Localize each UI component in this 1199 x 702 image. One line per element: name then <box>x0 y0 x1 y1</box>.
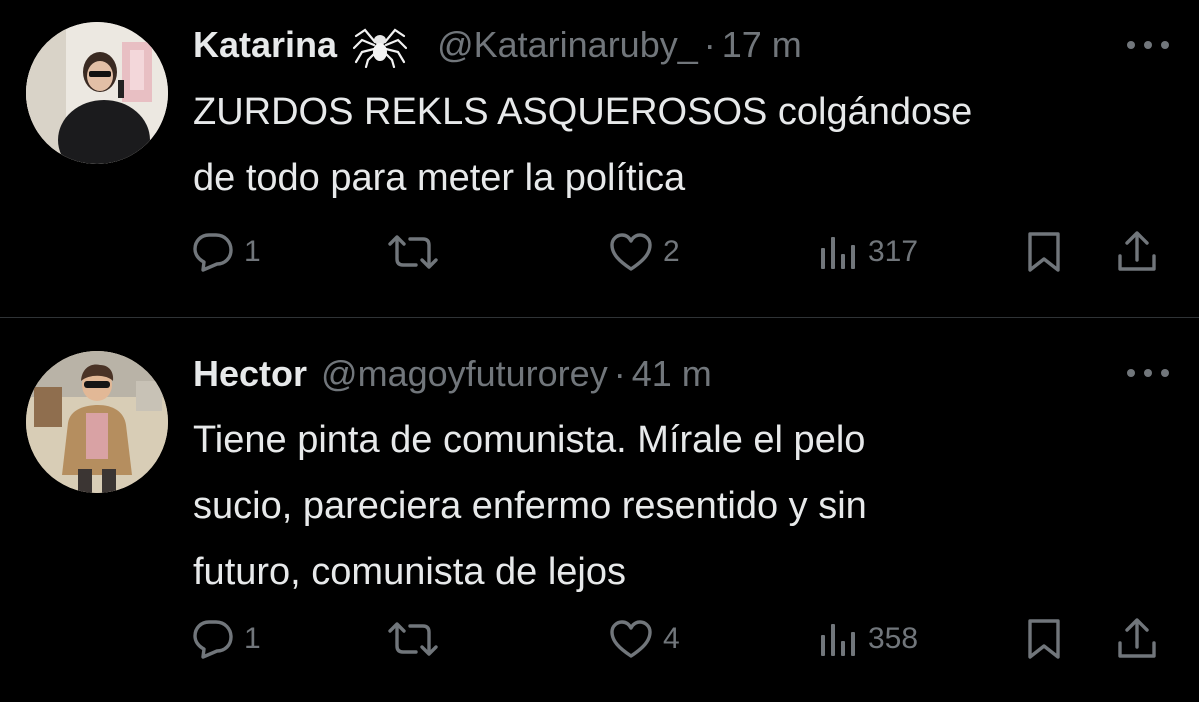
more-dots-icon[interactable] <box>1127 38 1169 52</box>
reply-button[interactable]: 1 <box>192 614 261 664</box>
retweet-button[interactable] <box>386 614 450 664</box>
retweet-icon <box>388 622 438 656</box>
tweet-text: Tiene pinta de comunista. Mírale el pelo… <box>193 419 867 593</box>
reply-button[interactable]: 1 <box>192 227 261 277</box>
like-count: 4 <box>663 622 680 655</box>
bookmark-icon <box>1028 232 1060 272</box>
bookmark-button[interactable] <box>1024 227 1064 277</box>
tweet-header: Katarina @Katarinaruby_ · 17 m <box>193 20 802 70</box>
views-button[interactable]: 358 <box>818 614 918 664</box>
view-count: 358 <box>868 622 919 655</box>
bar-chart-icon <box>821 237 855 269</box>
like-button[interactable]: 4 <box>609 614 680 664</box>
timestamp[interactable]: 17 m <box>722 20 802 70</box>
share-button[interactable] <box>1116 227 1158 277</box>
tweet[interactable]: Hector @magoyfuturorey · 41 m Tiene pint… <box>0 318 1199 702</box>
retweet-icon <box>388 235 438 269</box>
retweet-button[interactable] <box>386 227 450 277</box>
views-button[interactable]: 317 <box>818 227 918 277</box>
heart-icon <box>610 620 652 658</box>
avatar[interactable] <box>26 351 168 493</box>
comment-icon <box>193 233 233 272</box>
share-icon <box>1118 618 1156 658</box>
share-icon <box>1118 231 1156 271</box>
spider-icon <box>353 22 408 68</box>
timestamp[interactable]: 41 m <box>632 349 712 399</box>
separator-dot: · <box>703 24 716 65</box>
share-button[interactable] <box>1116 614 1158 664</box>
avatar[interactable] <box>26 22 168 164</box>
more-dots-icon[interactable] <box>1127 366 1169 380</box>
tweet-text: ZURDOS REKLS ASQUEROSOS colgándose de to… <box>193 91 973 199</box>
reply-count: 1 <box>244 622 261 655</box>
display-name[interactable]: Katarina <box>193 20 337 70</box>
separator-dot: · <box>613 353 626 394</box>
tweet-header: Hector @magoyfuturorey · 41 m <box>193 349 712 399</box>
comment-icon <box>193 620 233 659</box>
view-count: 317 <box>868 235 919 268</box>
reply-count: 1 <box>244 235 261 268</box>
user-handle[interactable]: @magoyfuturorey <box>321 349 608 399</box>
bar-chart-icon <box>821 624 855 656</box>
action-bar: 1 2 317 <box>0 227 1199 277</box>
bookmark-button[interactable] <box>1024 614 1064 664</box>
user-handle[interactable]: @Katarinaruby_ <box>437 20 698 70</box>
action-bar: 1 4 358 <box>0 614 1199 664</box>
heart-icon <box>610 233 652 271</box>
like-button[interactable]: 2 <box>609 227 680 277</box>
tweet[interactable]: Katarina @Katarinaruby_ · 17 m ZURDOS RE… <box>0 0 1199 318</box>
like-count: 2 <box>663 235 680 268</box>
bookmark-icon <box>1028 619 1060 659</box>
display-name[interactable]: Hector <box>193 349 307 399</box>
